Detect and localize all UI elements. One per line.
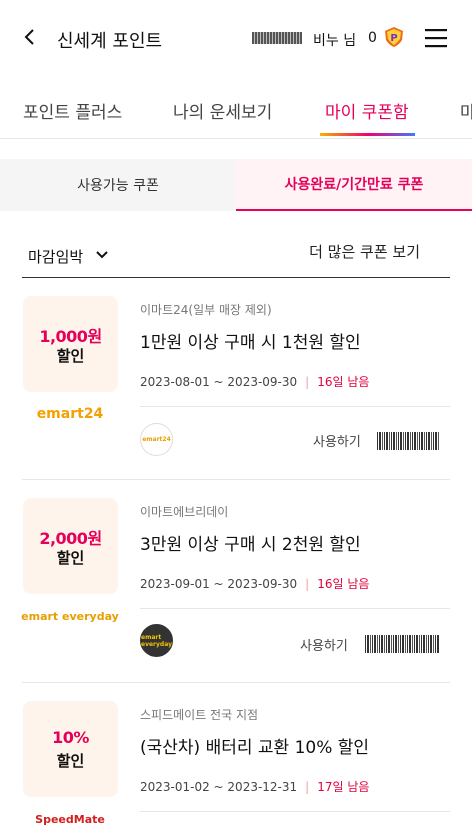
discount-badge: 2,000원 할인 <box>23 498 118 594</box>
coupon-store: 이마트24(일부 매장 제외) <box>140 303 272 317</box>
user-name-suffix: 비누 님 <box>313 33 357 49</box>
days-left: 16일 남음 <box>317 577 370 591</box>
barcode-icon[interactable] <box>377 432 439 450</box>
tab-used-expired-coupons[interactable]: 사용완료/기간만료 쿠폰 <box>236 159 472 211</box>
active-tab-indicator <box>320 133 415 136</box>
masked-username <box>252 32 302 44</box>
main-tab-bar: 포인트 플러스 나의 운세보기 마이 쿠폰함 마 <box>0 76 472 139</box>
period-range: 2023-09-01 ~ 2023-09-30 <box>140 577 298 591</box>
app-header: 신세계 포인트 비누 님 0 P <box>0 0 472 76</box>
card-divider <box>140 811 450 812</box>
discount-suffix: 할인 <box>56 752 85 770</box>
period-range: 2023-08-01 ~ 2023-09-30 <box>140 375 298 389</box>
coupon-store: 이마트에브리데이 <box>140 505 229 519</box>
sort-dropdown[interactable]: 마감임박 <box>28 246 83 267</box>
coupon-period: 2023-09-01 ~ 2023-09-30 | 16일 남음 <box>140 577 370 591</box>
speedmate-logo: SpeedMate <box>35 813 105 826</box>
tab-point-plus[interactable]: 포인트 플러스 <box>23 98 122 123</box>
barcode-icon[interactable] <box>365 635 439 653</box>
point-count: 0 <box>368 30 377 46</box>
chevron-down-icon[interactable] <box>96 250 108 260</box>
filter-row: 마감임박 더 많은 쿠폰 보기 <box>22 230 450 278</box>
store-logo-icon: emart24 <box>140 423 173 456</box>
coupon-divider <box>22 479 450 480</box>
use-coupon-button[interactable]: 사용하기 <box>313 431 361 450</box>
discount-badge: 1,000원 할인 <box>23 296 118 392</box>
coupon-divider <box>22 682 450 683</box>
hamburger-menu-icon[interactable] <box>424 27 448 49</box>
coupon-period: 2023-08-01 ~ 2023-09-30 | 16일 남음 <box>140 375 370 389</box>
emart-everyday-logo: emart everyday <box>21 610 119 623</box>
coupon-store: 스피드메이트 전국 지점 <box>140 708 259 722</box>
back-icon[interactable] <box>22 28 38 46</box>
tab-fortune[interactable]: 나의 운세보기 <box>173 98 272 123</box>
card-divider <box>140 406 450 407</box>
days-left: 16일 남음 <box>317 375 370 389</box>
discount-badge: 10% 할인 <box>23 701 118 797</box>
point-shield-icon[interactable]: P <box>383 26 405 48</box>
svg-text:P: P <box>390 33 397 44</box>
card-divider <box>140 608 450 609</box>
discount-suffix: 할인 <box>56 549 85 567</box>
page-title: 신세계 포인트 <box>57 31 163 52</box>
store-logo-icon: emart everyday <box>140 624 173 657</box>
discount-amount: 2,000원 <box>39 529 102 548</box>
tab-my-coupons[interactable]: 마이 쿠폰함 <box>325 98 409 123</box>
discount-suffix: 할인 <box>56 347 85 365</box>
days-left: 17일 남음 <box>317 780 370 794</box>
discount-amount: 1,000원 <box>39 327 102 346</box>
period-range: 2023-01-02 ~ 2023-12-31 <box>140 780 298 794</box>
coupon-title: 3만원 이상 구매 시 2천원 할인 <box>140 535 361 555</box>
coupon-title: 1만원 이상 구매 시 1천원 할인 <box>140 333 361 353</box>
coupon-period: 2023-01-02 ~ 2023-12-31 | 17일 남음 <box>140 780 370 794</box>
tab-next-partial[interactable]: 마 <box>460 98 472 123</box>
tab-available-coupons[interactable]: 사용가능 쿠폰 <box>0 159 236 211</box>
discount-amount: 10% <box>52 728 89 747</box>
more-coupons-link[interactable]: 더 많은 쿠폰 보기 <box>309 241 420 262</box>
coupon-title: (국산차) 배터리 교환 10% 할인 <box>140 738 370 758</box>
coupon-status-tabs: 사용가능 쿠폰 사용완료/기간만료 쿠폰 <box>0 159 472 211</box>
use-coupon-button[interactable]: 사용하기 <box>300 635 348 654</box>
emart24-logo: emart24 <box>36 406 104 422</box>
